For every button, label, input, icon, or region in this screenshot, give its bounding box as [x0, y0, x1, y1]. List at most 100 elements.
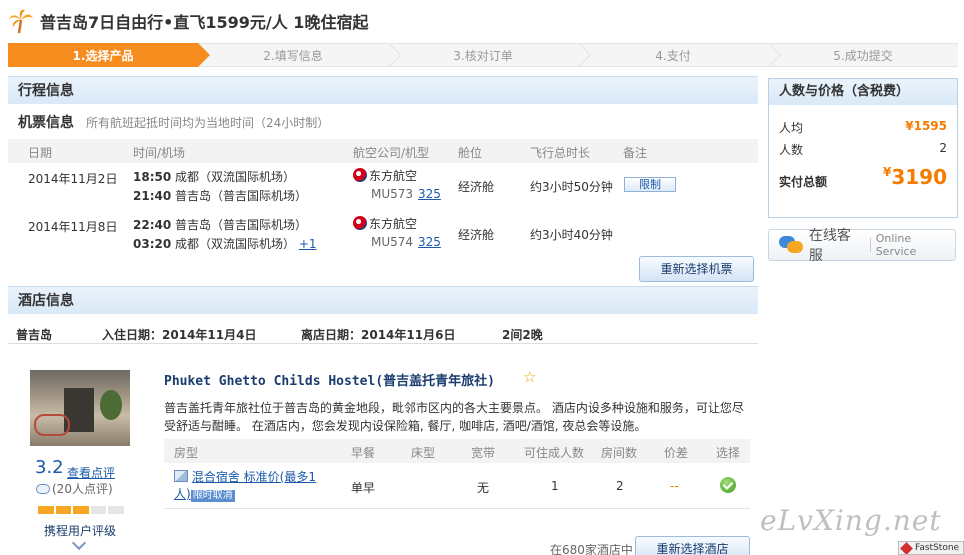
per-person-price: ¥1595: [905, 119, 947, 133]
faststone-taskbar-button[interactable]: FastStone: [898, 541, 964, 555]
room-photo-icon[interactable]: [174, 470, 188, 482]
hotel-stay-info: 普吉岛 入住日期：2014年11月4日 离店日期：2014年11月6日 2间2晚: [8, 322, 758, 344]
aircraft-link[interactable]: 325: [418, 187, 441, 201]
column-header: 早餐: [351, 446, 376, 460]
hotel-section-title: 酒店信息: [8, 286, 758, 314]
price-summary-title: 人数与价格（含税费）: [769, 79, 957, 105]
arrival-time: 03:20: [133, 237, 172, 251]
departure-time: 18:50: [133, 170, 172, 184]
aircraft-link[interactable]: 325: [418, 235, 441, 249]
column-header: 备注: [623, 146, 648, 160]
departure-airport: 普吉岛（普吉国际机场）: [175, 218, 308, 232]
room-count: 2: [616, 479, 624, 493]
step-label: 5.成功提交: [833, 49, 893, 63]
reselect-hotel-button[interactable]: 重新选择酒店: [635, 536, 750, 555]
flight-table-header: 日期 时间/机场 航空公司/机型 舱位 飞行总时长 备注: [8, 139, 758, 163]
hotel-photo[interactable]: [30, 370, 130, 446]
room-row: 混合宿舍 标准价(最多1人) 限时取消 单早 无 1 2 --: [164, 463, 750, 509]
column-header: 航空公司/机型: [353, 146, 430, 160]
column-header: 价差: [664, 446, 689, 460]
next-day-marker[interactable]: +1: [299, 237, 317, 251]
page-header: 普吉岛7日自由行•直飞1599元/人 1晚住宿起: [8, 6, 368, 36]
column-header: 选择: [716, 446, 741, 460]
arrival-time: 21:40: [133, 189, 172, 203]
airline: 东方航空: [353, 215, 417, 232]
room-type: 混合宿舍 标准价(最多1人) 限时取消: [174, 469, 329, 503]
comment-bubble-icon: [36, 484, 50, 494]
rating-segment: [73, 506, 89, 514]
flight-duration: 约3小时40分钟: [530, 228, 613, 242]
limited-cancel-badge: 限时取消: [190, 490, 235, 502]
watermark: eLvXing.net: [760, 504, 942, 537]
step-label: 3.核对订单: [453, 49, 513, 63]
people-row: 人数 2: [779, 141, 947, 158]
hotel-description: 普吉盖托青年旅社位于普吉岛的黄金地段，毗邻市区内的各大主要景点。 酒店内设多种设…: [164, 401, 744, 433]
restriction-badge[interactable]: 限制: [624, 177, 676, 192]
hotel-count: 在680家酒店中: [550, 543, 633, 555]
cabin-class: 经济舱: [458, 228, 495, 242]
room-table-header: 房型 早餐 床型 宽带 可住成人数 房间数 价差 选择: [164, 439, 750, 463]
step-3: 3.核对订单: [388, 43, 591, 67]
airline: 东方航空: [353, 167, 417, 184]
rating-segment: [55, 506, 72, 514]
hotel-score: 3.2: [35, 457, 64, 478]
cabin-class: 经济舱: [458, 180, 495, 194]
flight-number: MU574: [371, 235, 414, 249]
itinerary-section-title: 行程信息: [8, 76, 758, 104]
column-header: 房型: [174, 446, 199, 460]
check-icon[interactable]: [720, 477, 736, 493]
hotel-name[interactable]: Phuket Ghetto Childs Hostel(普吉盖托青年旅社): [164, 370, 495, 389]
step-label: 4.支付: [655, 49, 691, 63]
column-header: 可住成人数: [524, 446, 585, 460]
departure: 18:50 成都（双流国际机场）: [133, 168, 295, 185]
faststone-label: FastStone: [915, 543, 960, 553]
column-header: 飞行总时长: [530, 146, 591, 160]
people-count: 2: [939, 141, 947, 155]
arrival: 03:20 成都（双流国际机场） +1: [133, 235, 317, 252]
rating-segment: [90, 506, 107, 514]
chat-bubbles-icon: [779, 236, 803, 254]
arrival-airport: 成都（双流国际机场）: [175, 237, 296, 251]
max-adults: 1: [551, 479, 559, 493]
hotel-city: 普吉岛: [16, 328, 53, 342]
star-icon: ☆: [523, 368, 537, 386]
total-price: ¥3190: [883, 165, 947, 189]
view-reviews-link[interactable]: 查看点评: [67, 464, 115, 481]
step-label: 2.填写信息: [263, 49, 323, 63]
checkout-date: 离店日期：2014年11月6日: [301, 328, 456, 342]
flight-table: 日期 时间/机场 航空公司/机型 舱位 飞行总时长 备注 2014年11月2日 …: [8, 139, 758, 259]
online-service-label: 在线客服: [808, 228, 851, 264]
checkin-date: 入住日期：2014年11月4日: [102, 328, 257, 342]
internet: 无: [477, 481, 490, 495]
flight-info-title: 机票信息: [18, 115, 74, 131]
step-2: 2.填写信息: [198, 43, 401, 67]
online-service-button[interactable]: 在线客服 Online Service: [768, 228, 956, 264]
room-table: 房型 早餐 床型 宽带 可住成人数 房间数 价差 选择 混合宿舍 标准价(最多1…: [164, 439, 750, 509]
faststone-icon: [900, 542, 913, 554]
review-count: (20人点评): [36, 480, 113, 497]
step-label: 1.选择产品: [72, 49, 134, 63]
rating-segment: [38, 506, 54, 514]
china-eastern-logo-icon: [353, 168, 367, 182]
column-header: 日期: [28, 146, 53, 160]
step-5: 5.成功提交: [768, 43, 958, 67]
column-header: 房间数: [601, 446, 638, 460]
flight-duration: 约3小时50分钟: [530, 180, 613, 194]
per-person-label: 人均: [779, 121, 804, 135]
room-nights: 2间2晚: [502, 328, 543, 342]
per-person-row: 人均 ¥1595: [779, 119, 947, 136]
online-service-label-en: Online Service: [875, 232, 917, 258]
flight-date: 2014年11月2日: [28, 172, 118, 186]
departure-time: 22:40: [133, 218, 172, 232]
flight-row: 2014年11月2日 18:50 成都（双流国际机场） 21:40 普吉岛（普吉…: [8, 163, 758, 211]
price-difference: --: [670, 479, 679, 493]
selected-room[interactable]: [720, 477, 736, 496]
airline-name: 东方航空: [369, 169, 418, 183]
airline-name: 东方航空: [369, 217, 418, 231]
rating-segment: [108, 506, 124, 514]
reselect-flight-button[interactable]: 重新选择机票: [639, 256, 754, 282]
arrival: 21:40 普吉岛（普吉国际机场）: [133, 187, 307, 204]
page-title: 普吉岛7日自由行•直飞1599元/人 1晚住宿起: [40, 13, 369, 32]
step-1: 1.选择产品: [8, 43, 210, 67]
breakfast: 单早: [351, 481, 376, 495]
